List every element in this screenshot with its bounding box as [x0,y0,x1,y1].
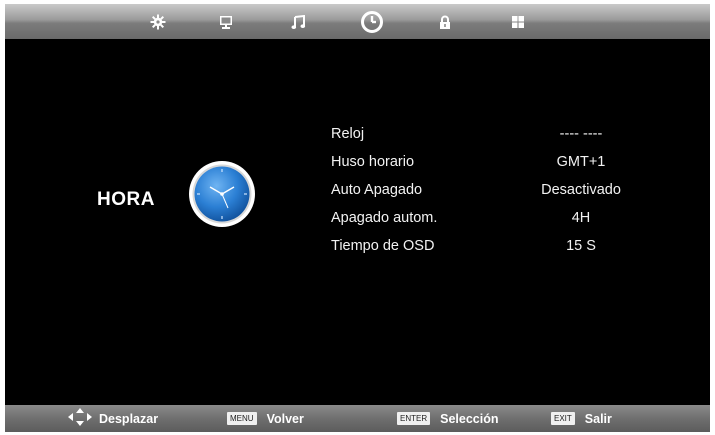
dpad-arrows-icon [67,408,93,429]
setting-value: Desactivado [541,182,621,198]
setting-label: Apagado autom. [331,210,438,226]
setting-label: Huso horario [331,154,415,170]
picture-gear-icon [150,14,166,30]
clock-icon [361,11,383,33]
setting-label: Tiempo de OSD [331,238,435,254]
analog-clock-icon [188,160,256,228]
menu-key-icon: MENU [227,412,257,425]
hint-exit: EXIT Salir [551,405,612,432]
hint-select: ENTER Selección [397,405,499,432]
tab-options[interactable] [507,11,529,33]
setting-label: Auto Apagado [331,182,423,198]
page-title: HORA [97,189,155,210]
settings-list: Reloj ---- ---- Huso horario GMT+1 Auto … [331,119,661,259]
key-hint-bar: Desplazar MENU Volver ENTER Selección EX… [5,405,710,432]
tab-time[interactable] [361,11,383,33]
exit-key-icon: EXIT [551,412,575,425]
tab-picture[interactable] [147,11,169,33]
monitor-icon [219,15,233,30]
tab-lock[interactable] [434,11,456,33]
setting-value: 4H [571,210,591,226]
hint-back-label: Volver [266,411,304,426]
osd-screen: HORA Reloj ---- ---- Huso horario GMT+1 … [5,4,710,432]
tab-display[interactable] [215,11,237,33]
windows-grid-icon [511,15,525,29]
menu-tab-bar [5,4,710,39]
setting-row-osd-timer[interactable]: Tiempo de OSD 15 S [331,231,661,259]
setting-label: Reloj [331,126,365,142]
music-note-icon [291,14,306,30]
setting-value: ---- ---- [559,126,603,142]
setting-row-auto-standby[interactable]: Apagado autom. 4H [331,203,661,231]
setting-row-time-zone[interactable]: Huso horario GMT+1 [331,147,661,175]
hint-select-label: Selección [440,411,499,426]
enter-key-icon: ENTER [397,412,431,425]
tab-sound[interactable] [287,11,309,33]
lock-icon [438,15,452,30]
hint-move: Desplazar [67,405,158,432]
hint-move-label: Desplazar [99,411,159,426]
menu-panel: HORA Reloj ---- ---- Huso horario GMT+1 … [5,39,710,405]
setting-value: 15 S [566,238,596,254]
hint-exit-label: Salir [584,411,612,426]
setting-row-clock[interactable]: Reloj ---- ---- [331,119,661,147]
setting-value: GMT+1 [556,154,606,170]
setting-row-auto-off[interactable]: Auto Apagado Desactivado [331,175,661,203]
hint-back: MENU Volver [227,405,304,432]
